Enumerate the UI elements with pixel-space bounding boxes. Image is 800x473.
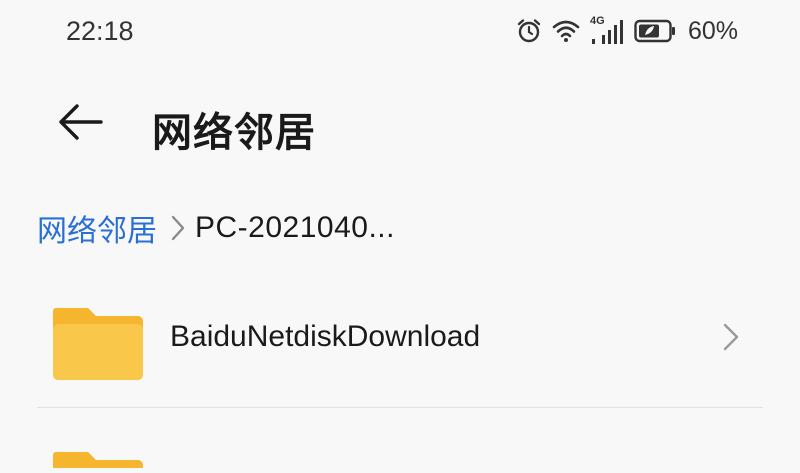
file-list: BaiduNetdiskDownload [0, 288, 800, 468]
network-type-label: 4G [589, 15, 605, 27]
alarm-icon [516, 18, 542, 44]
signal-icon: 4G [589, 15, 624, 45]
page-title: 网络邻居 [152, 111, 316, 155]
folder-icon [52, 304, 144, 387]
chevron-right-icon [171, 215, 185, 241]
status-bar: 22:18 4G 60% [0, 0, 800, 64]
breadcrumb-current: PC-2021040... [195, 211, 395, 244]
battery-percent: 60% [687, 16, 738, 45]
wifi-icon [552, 19, 580, 43]
chevron-right-icon [722, 322, 740, 357]
list-item[interactable] [0, 408, 800, 468]
arrow-left-icon [55, 102, 105, 147]
breadcrumb: 网络邻居 PC-2021040... [37, 205, 395, 251]
back-button[interactable] [50, 98, 110, 150]
status-icons: 4G 60% [516, 14, 738, 48]
file-name: BaiduNetdiskDownload [170, 320, 481, 353]
battery-icon [634, 19, 676, 43]
list-item[interactable]: BaiduNetdiskDownload [0, 288, 800, 408]
app-header: 网络邻居 [0, 90, 800, 162]
status-time: 22:18 [66, 16, 134, 46]
folder-icon [52, 448, 144, 473]
breadcrumb-root-link[interactable]: 网络邻居 [37, 206, 157, 250]
